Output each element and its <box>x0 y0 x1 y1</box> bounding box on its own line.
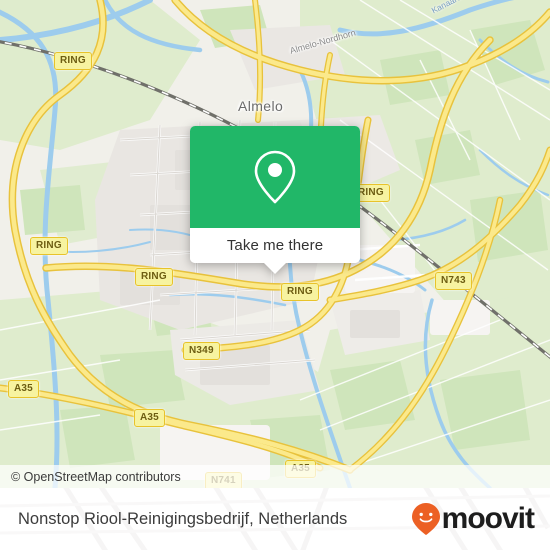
callout-pointer <box>264 263 286 274</box>
road-shield-a35-2[interactable]: A35 <box>134 409 165 427</box>
moovit-map-screen: Almelo Almelo-Nordhorn Kanaal Almelo RIN… <box>0 0 550 550</box>
location-pin-icon <box>254 150 296 204</box>
road-shield-n743[interactable]: N743 <box>435 272 472 290</box>
map-city-label: Almelo <box>238 98 284 114</box>
moovit-smiley-pin-icon <box>411 503 440 535</box>
attribution-text[interactable]: © OpenStreetMap contributors <box>0 470 181 484</box>
road-shield-ring-4[interactable]: RING <box>281 283 319 301</box>
take-me-there-label: Take me there <box>226 237 324 254</box>
callout-body: Take me there <box>190 126 360 263</box>
road-shield-a35-1[interactable]: A35 <box>8 380 39 398</box>
take-me-there-button[interactable]: Take me there <box>190 228 360 263</box>
location-callout-card: Take me there <box>190 126 360 274</box>
road-shield-ring-3[interactable]: RING <box>135 268 173 286</box>
moovit-wordmark: moovit <box>441 502 535 535</box>
map-attribution: © OpenStreetMap contributors <box>0 465 550 488</box>
road-shield-ring-2[interactable]: RING <box>30 237 68 255</box>
footer-place-title: Nonstop Riool-Reinigingsbedrijf, Netherl… <box>18 509 348 528</box>
callout-hero <box>190 126 360 228</box>
moovit-logo[interactable]: moovit <box>411 502 550 536</box>
road-shield-ring-1[interactable]: RING <box>54 52 92 70</box>
road-shield-n349[interactable]: N349 <box>183 342 220 360</box>
page-footer: Nonstop Riool-Reinigingsbedrijf, Netherl… <box>0 488 550 550</box>
